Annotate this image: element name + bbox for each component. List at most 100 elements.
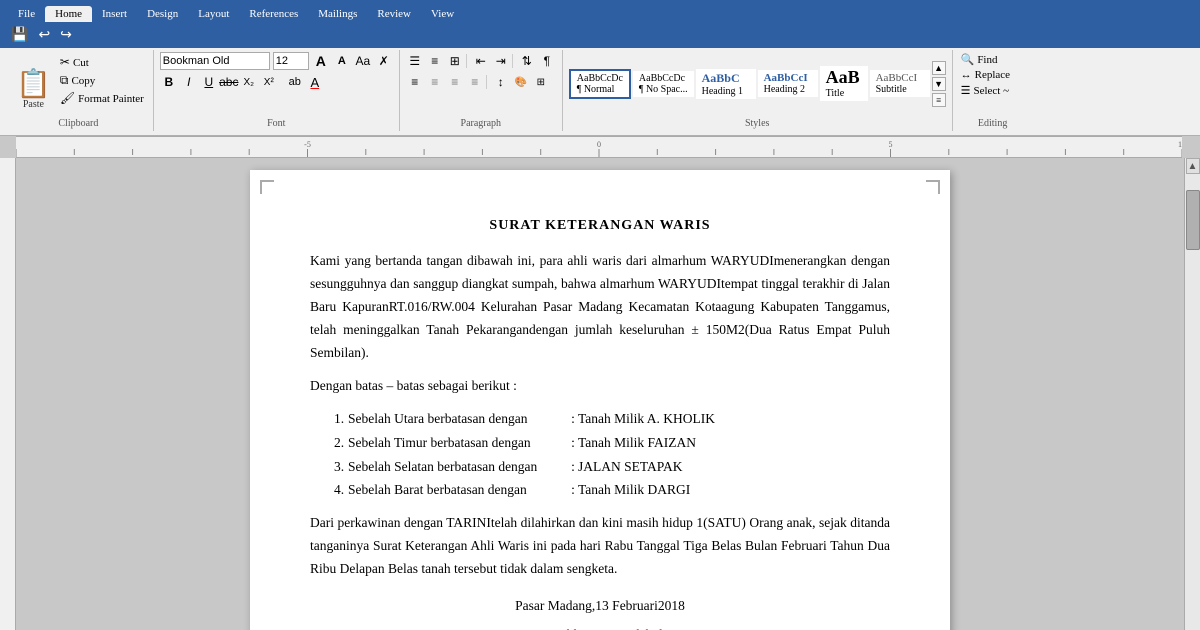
align-right-button[interactable]: ≡ — [446, 73, 464, 91]
ribbon-tab-insert[interactable]: Insert — [92, 6, 137, 22]
ribbon-tab-review[interactable]: Review — [367, 6, 421, 22]
ribbon-tab-layout[interactable]: Layout — [188, 6, 239, 22]
ribbon-tab-file[interactable]: File — [8, 6, 45, 22]
decrease-indent-button[interactable]: ⇤ — [472, 52, 490, 70]
styles-scroll-down[interactable]: ▼ — [932, 77, 946, 91]
align-center-button[interactable]: ≡ — [426, 73, 444, 91]
undo-button[interactable]: ↩ — [35, 26, 53, 45]
increase-indent-button[interactable]: ⇥ — [492, 52, 510, 70]
paragraph-3: Dari perkawinan dengan TARINItelah dilah… — [310, 512, 890, 581]
styles-group: AaBbCcDc ¶ Normal AaBbCcDc ¶ No Spac... … — [563, 50, 953, 131]
batas-label-1: Sebelah Utara berbatasan dengan — [348, 408, 568, 431]
batas-value-2: Tanah Milik FAIZAN — [578, 432, 890, 455]
format-painter-button[interactable]: 🖌 Format Painter — [57, 90, 147, 107]
copy-icon: ⧉ — [60, 73, 69, 88]
footer-sub: Para Ahli Waris terdahulu — [310, 624, 890, 630]
ribbon-tab-bar: // render tabs inline after body loads F… — [0, 0, 1200, 22]
batas-label-2: Sebelah Timur berbatasan dengan — [348, 432, 568, 455]
style-no-spacing[interactable]: AaBbCcDc ¶ No Spac... — [633, 71, 694, 97]
scroll-thumb[interactable] — [1186, 190, 1200, 250]
editing-group: 🔍 Find ↔ Replace ☰ Select ~ Editing — [953, 50, 1033, 131]
clipboard-group: 📋 Paste ✂ Cut ⧉ Copy 🖌 Format Painter Cl… — [4, 50, 154, 131]
font-case-button[interactable]: Aa — [354, 52, 372, 70]
ribbon-tab-view[interactable]: View — [421, 6, 464, 22]
style-normal[interactable]: AaBbCcDc ¶ Normal — [569, 69, 631, 99]
align-left-button[interactable]: ≡ — [406, 73, 424, 91]
editing-group-label: Editing — [953, 118, 1033, 129]
find-button[interactable]: 🔍 Find — [959, 52, 1000, 67]
batas-row-2: 2. Sebelah Timur berbatasan dengan : Tan… — [334, 432, 890, 455]
ribbon-tab-references[interactable]: References — [239, 6, 308, 22]
style-heading1[interactable]: AaBbC Heading 1 — [696, 69, 756, 99]
font-shrink-button[interactable]: A — [333, 52, 351, 70]
style-subtitle[interactable]: AaBbCcI Subtitle — [870, 70, 930, 97]
line-spacing-button[interactable]: ↕ — [492, 73, 510, 91]
style-title[interactable]: AaB Title — [820, 66, 868, 101]
multilevel-button[interactable]: ⊞ — [446, 52, 464, 70]
select-button[interactable]: ☰ Select ~ — [959, 83, 1011, 98]
show-marks-button[interactable]: ¶ — [538, 52, 556, 70]
justify-button[interactable]: ≡ — [466, 73, 484, 91]
horizontal-ruler: /* ticks rendered by JS */ -50510 — [16, 136, 1182, 158]
font-group-label: Font — [154, 118, 399, 129]
save-button[interactable]: 💾 — [8, 26, 31, 45]
copy-button[interactable]: ⧉ Copy — [57, 72, 147, 89]
quick-access-toolbar: 💾 ↩ ↪ — [0, 22, 1200, 48]
borders-button[interactable]: ⊞ — [532, 73, 550, 91]
document-page: SURAT KETERANGAN WARIS Kami yang bertand… — [250, 170, 950, 630]
italic-button[interactable]: I — [180, 73, 198, 91]
font-family-input[interactable] — [160, 52, 270, 70]
bold-button[interactable]: B — [160, 73, 178, 91]
strikethrough-button[interactable]: abc — [220, 73, 238, 91]
styles-more[interactable]: ≡ — [932, 93, 946, 107]
numbering-button[interactable]: ≡ — [426, 52, 444, 70]
style-heading2[interactable]: AaBbCcI Heading 2 — [758, 70, 818, 97]
shading-button[interactable]: 🎨 — [512, 73, 530, 91]
batas-list: 1. Sebelah Utara berbatasan dengan : Tan… — [334, 408, 890, 503]
font-top-row: A A Aa ✗ — [160, 52, 393, 70]
paragraph-row2: ≡ ≡ ≡ ≡ ↕ 🎨 ⊞ — [406, 73, 550, 91]
ribbon-tab-mailings[interactable]: Mailings — [308, 6, 367, 22]
font-grow-button[interactable]: A — [312, 52, 330, 70]
scroll-up-arrow[interactable]: ▲ — [1186, 158, 1200, 174]
font-color-button[interactable]: A — [306, 73, 324, 91]
svg-text:10: 10 — [1178, 140, 1182, 149]
styles-scroll-up[interactable]: ▲ — [932, 61, 946, 75]
underline-button[interactable]: U — [200, 73, 218, 91]
batas-label-3: Sebelah Selatan berbatasan dengan — [348, 456, 568, 479]
redo-button[interactable]: ↪ — [57, 26, 75, 45]
document-footer: Pasar Madang,13 Februari2018 Para Ahli W… — [310, 595, 890, 630]
ribbon-tab-design[interactable]: Design — [137, 6, 188, 22]
sort-button[interactable]: ⇅ — [518, 52, 536, 70]
cut-button[interactable]: ✂ Cut — [57, 54, 147, 71]
batas-row-3: 3. Sebelah Selatan berbatasan dengan : J… — [334, 456, 890, 479]
ruler-left-margin — [0, 136, 16, 158]
subscript-button[interactable]: X₂ — [240, 73, 258, 91]
paragraph-1: Kami yang bertanda tangan dibawah ini, p… — [310, 250, 890, 365]
corner-mark-top-left — [260, 180, 274, 194]
ribbon-tab-home[interactable]: Home — [45, 6, 92, 22]
select-label: Select ~ — [973, 85, 1009, 97]
batas-sep-1: : — [568, 408, 578, 431]
document-body[interactable]: Kami yang bertanda tangan dibawah ini, p… — [310, 250, 890, 630]
highlight-button[interactable]: ab — [286, 73, 304, 91]
replace-button[interactable]: ↔ Replace — [959, 68, 1012, 82]
superscript-button[interactable]: X² — [260, 73, 278, 91]
right-scrollbar-container: ▲ — [1184, 158, 1200, 630]
batas-label-4: Sebelah Barat berbatasan dengan — [348, 479, 568, 502]
find-label: Find — [977, 54, 997, 66]
vertical-ruler — [0, 158, 16, 630]
batas-sep-3: : — [568, 456, 578, 479]
font-size-input[interactable] — [273, 52, 309, 70]
bullets-button[interactable]: ☰ — [406, 52, 424, 70]
clipboard-group-label: Clipboard — [4, 118, 153, 129]
clear-format-button[interactable]: ✗ — [375, 52, 393, 70]
document-scroll-area[interactable]: SURAT KETERANGAN WARIS Kami yang bertand… — [16, 158, 1184, 630]
paste-label: Paste — [23, 99, 44, 110]
cut-label: Cut — [73, 57, 89, 69]
find-icon: 🔍 — [961, 53, 975, 66]
batas-no-2: 2. — [334, 432, 348, 455]
vertical-scrollbar[interactable]: ▲ — [1184, 158, 1200, 630]
vertical-ruler-container — [0, 158, 16, 630]
paragraph-2: Dengan batas – batas sebagai berikut : — [310, 375, 890, 398]
